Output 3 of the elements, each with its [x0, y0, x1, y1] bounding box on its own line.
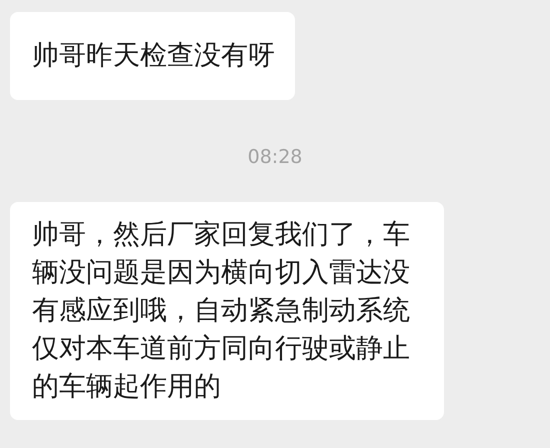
timestamp: 08:28	[248, 146, 302, 168]
message-bubble: 帅哥，然后厂家回复我们了，车辆没问题是因为横向切入雷达没有感应到哦，自动紧急制动系统仅对本车道前方同向行驶或静止的车辆起作用的	[10, 202, 444, 420]
message-bubble: 帅哥昨天检查没有呀	[10, 12, 295, 100]
